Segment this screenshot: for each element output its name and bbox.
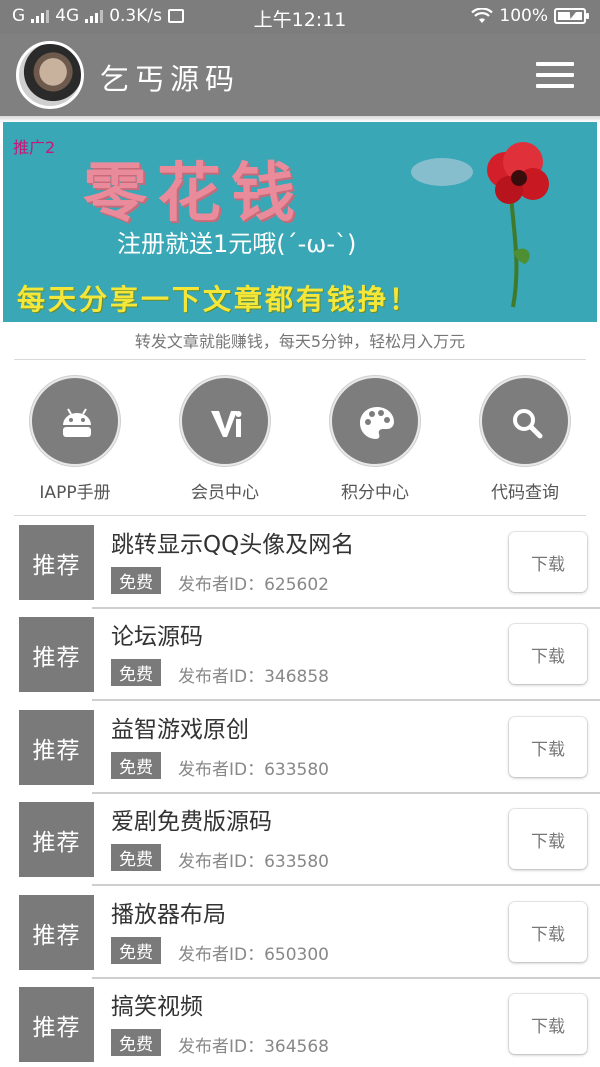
hamburger-menu-icon[interactable] bbox=[536, 60, 578, 90]
publisher-id: 发布者ID：625602 bbox=[178, 575, 329, 595]
item-title: 论坛源码 bbox=[111, 624, 203, 650]
quick-link-label: 代码查询 bbox=[491, 483, 559, 503]
item-title: 跳转显示QQ头像及网名 bbox=[111, 532, 355, 558]
user-avatar[interactable] bbox=[16, 41, 84, 109]
list-item[interactable]: 推荐 搞笑视频 免费 发布者ID：364568 下载 bbox=[0, 978, 600, 1067]
status-right: 100% bbox=[471, 6, 589, 26]
wifi-icon bbox=[471, 8, 494, 23]
publisher-id: 发布者ID：364568 bbox=[178, 1037, 329, 1057]
item-title: 爱剧免费版源码 bbox=[111, 809, 272, 835]
banner-tag: 推广2 bbox=[13, 138, 56, 157]
free-badge: 免费 bbox=[111, 659, 161, 686]
publisher-id: 发布者ID：346858 bbox=[178, 667, 329, 687]
publisher-id: 发布者ID：633580 bbox=[178, 852, 329, 872]
quick-link-code-search[interactable]: 代码查询 bbox=[479, 376, 571, 503]
search-icon bbox=[480, 376, 570, 466]
status-bar: G 4G 0.3K/s 上午12:11 100% bbox=[0, 0, 600, 34]
flower-illustration bbox=[487, 142, 549, 308]
battery-icon bbox=[554, 8, 589, 24]
free-badge: 免费 bbox=[111, 1029, 161, 1056]
free-badge: 免费 bbox=[111, 567, 161, 594]
app-header: 乞丐源码 bbox=[0, 34, 600, 116]
banner-moon-decoration bbox=[411, 158, 473, 186]
quick-link-points-center[interactable]: 积分中心 bbox=[329, 376, 421, 503]
download-button[interactable]: 下载 bbox=[509, 902, 587, 962]
list-item[interactable]: 推荐 论坛源码 免费 发布者ID：346858 下载 bbox=[0, 608, 600, 701]
download-button[interactable]: 下载 bbox=[509, 717, 587, 777]
download-button[interactable]: 下载 bbox=[509, 994, 587, 1054]
download-button[interactable]: 下载 bbox=[509, 809, 587, 869]
banner-title: 零花钱 bbox=[83, 157, 305, 231]
recommend-badge: 推荐 bbox=[19, 987, 94, 1062]
publisher-id: 发布者ID：650300 bbox=[178, 945, 329, 965]
free-badge: 免费 bbox=[111, 844, 161, 871]
list-item[interactable]: 推荐 播放器布局 免费 发布者ID：650300 下载 bbox=[0, 886, 600, 979]
app-title: 乞丐源码 bbox=[100, 62, 241, 96]
banner-slogan: 每天分享一下文章都有钱挣！ bbox=[17, 283, 421, 316]
item-title: 益智游戏原创 bbox=[111, 717, 249, 743]
list-item[interactable]: 推荐 益智游戏原创 免费 发布者ID：633580 下载 bbox=[0, 701, 600, 794]
palette-icon bbox=[330, 376, 420, 466]
free-badge: 免费 bbox=[111, 752, 161, 779]
recommend-badge: 推荐 bbox=[19, 617, 94, 692]
list-item[interactable]: 推荐 爱剧免费版源码 免费 发布者ID：633580 下载 bbox=[0, 793, 600, 886]
item-title: 搞笑视频 bbox=[111, 994, 203, 1020]
publisher-id: 发布者ID：633580 bbox=[178, 760, 329, 780]
quick-link-label: 积分中心 bbox=[341, 483, 409, 503]
banner-subtitle: 注册就送1元哦(´-ω-`) bbox=[117, 230, 357, 258]
recommend-badge: 推荐 bbox=[19, 802, 94, 877]
quick-link-member-center[interactable]: 会员中心 bbox=[179, 376, 271, 503]
free-badge: 免费 bbox=[111, 937, 161, 964]
battery-percent: 100% bbox=[499, 6, 548, 26]
vip-icon bbox=[180, 376, 270, 466]
download-button[interactable]: 下载 bbox=[509, 532, 587, 592]
quick-link-iapp-manual[interactable]: IAPP手册 bbox=[29, 376, 121, 503]
android-icon bbox=[30, 376, 120, 466]
quick-link-label: 会员中心 bbox=[191, 483, 259, 503]
item-title: 播放器布局 bbox=[111, 902, 226, 928]
recommend-badge: 推荐 bbox=[19, 525, 94, 600]
divider bbox=[14, 359, 586, 360]
download-button[interactable]: 下载 bbox=[509, 624, 587, 684]
recommend-badge: 推荐 bbox=[19, 895, 94, 970]
recommend-badge: 推荐 bbox=[19, 710, 94, 785]
promo-banner[interactable]: 推广2 零花钱 注册就送1元哦(´-ω-`) 每天分享一下文章都有钱挣！ bbox=[3, 122, 597, 322]
list-item[interactable]: 推荐 跳转显示QQ头像及网名 免费 发布者ID：625602 下载 bbox=[0, 516, 600, 609]
banner-caption: 转发文章就能赚钱，每天5分钟，轻松月入万元 bbox=[134, 332, 466, 351]
quick-link-label: IAPP手册 bbox=[39, 483, 111, 503]
